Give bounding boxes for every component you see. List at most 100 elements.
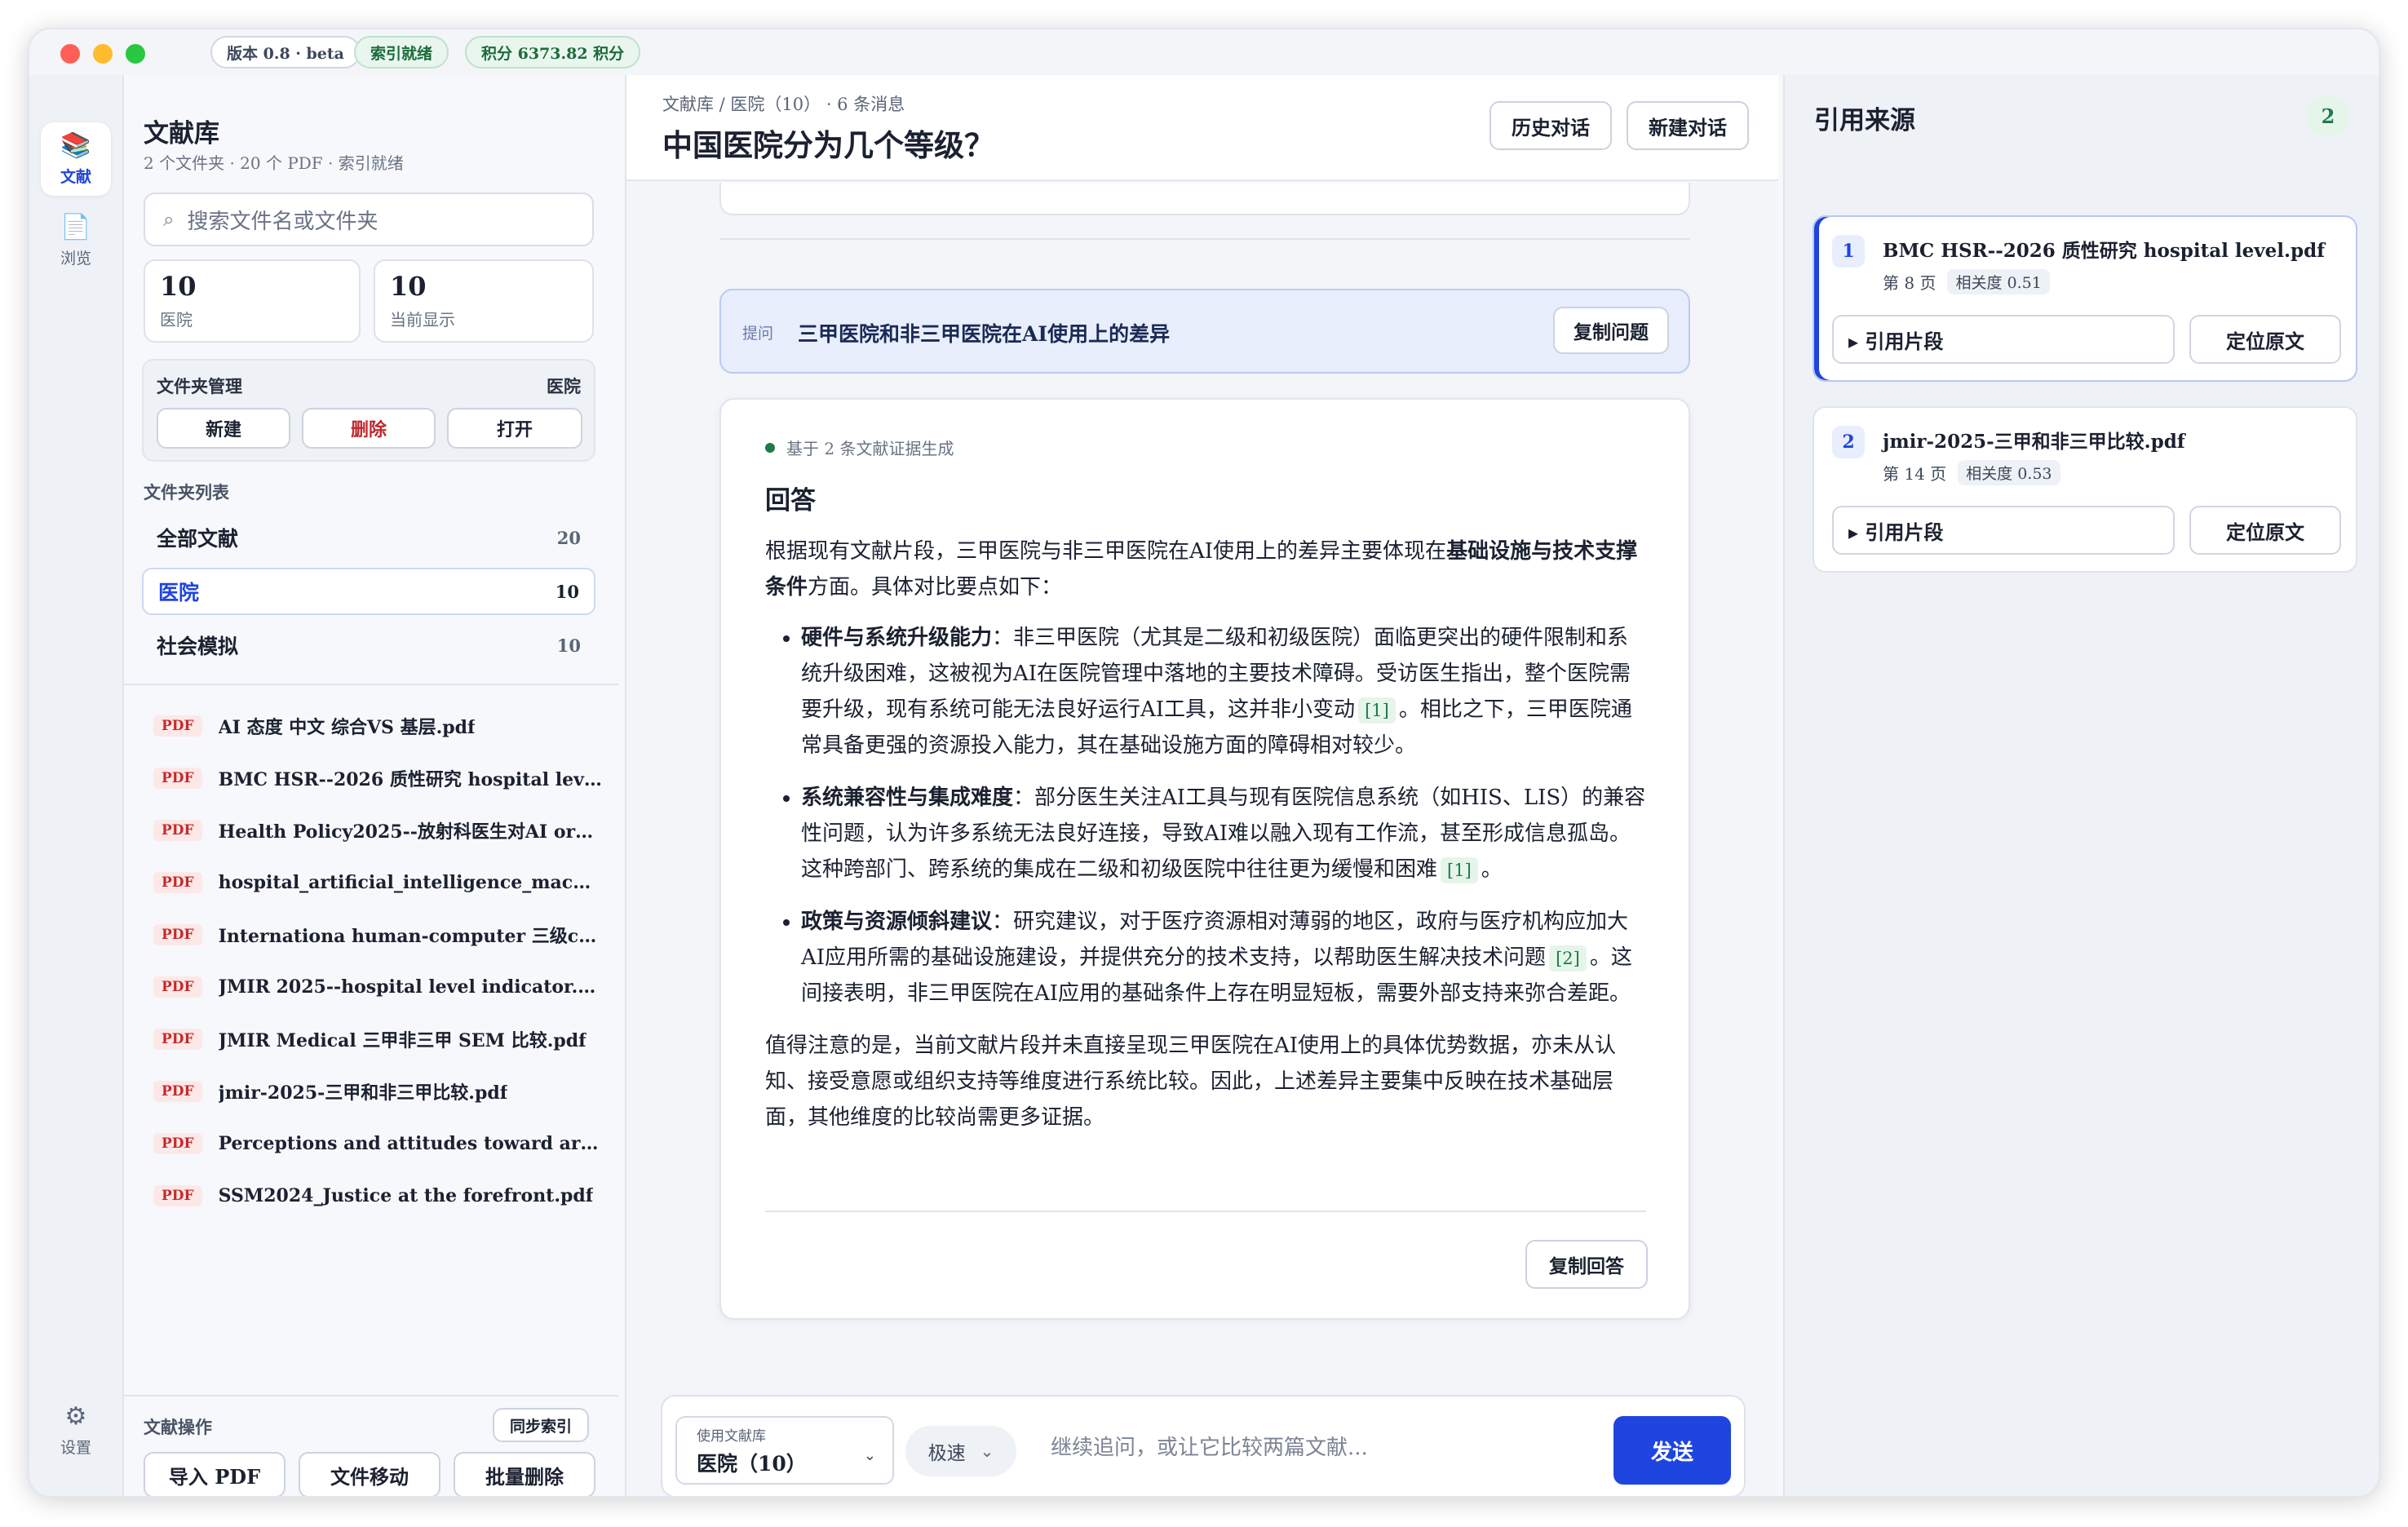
- citation-link[interactable]: [1]: [1358, 697, 1396, 724]
- copy-answer-button[interactable]: 复制回答: [1525, 1240, 1648, 1289]
- document-icon: 📄: [60, 212, 91, 241]
- search-icon: ⌕: [163, 208, 175, 231]
- folder-item-social-sim[interactable]: 社会模拟 10: [142, 622, 595, 669]
- rail-item-library[interactable]: 📚 文献: [41, 122, 111, 196]
- rail-item-label: 文献: [60, 167, 91, 186]
- stat-value: 10: [160, 271, 197, 302]
- relevance-badge: 相关度 0.53: [1958, 460, 2061, 485]
- file-item[interactable]: PDF AI 态度 中文 综合VS 基层.pdf: [153, 710, 602, 742]
- points-badge: 积分 6373.82 积分: [465, 36, 641, 69]
- file-item[interactable]: PDF SSM2024_Justice at the forefront.pdf: [153, 1180, 602, 1212]
- delete-folder-button[interactable]: 删除: [302, 408, 436, 449]
- zoom-window-button[interactable]: [126, 44, 145, 64]
- rail-item-browse[interactable]: 📄 浏览: [41, 204, 111, 277]
- folder-name: 全部文献: [157, 527, 239, 551]
- source-file-name: jmir-2025-三甲和非三甲比较.pdf: [1883, 431, 2185, 453]
- file-item[interactable]: PDF Perceptions and attitudes toward arti…: [153, 1127, 602, 1160]
- sync-index-button[interactable]: 同步索引: [493, 1408, 589, 1442]
- locate-source-button[interactable]: 定位原文: [2189, 315, 2341, 364]
- file-item[interactable]: PDF hospital_artificial_intelligence_mach…: [153, 866, 602, 899]
- list-item: 系统兼容性与集成难度：部分医生关注AI工具与现有医院信息系统（如HIS、LIS）…: [801, 780, 1646, 887]
- source-number: 2: [1832, 426, 1865, 458]
- folder-item-hospital[interactable]: 医院 10: [142, 568, 595, 615]
- citation-link[interactable]: [2]: [1549, 945, 1587, 972]
- bullet-title: 硬件与系统升级能力: [801, 626, 993, 650]
- folder-name: 社会模拟: [157, 635, 239, 658]
- bullet-title: 系统兼容性与集成难度: [801, 786, 1014, 810]
- search-input[interactable]: ⌕ 搜索文件名或文件夹: [144, 193, 594, 246]
- file-item[interactable]: PDF JMIR Medical 三甲非三甲 SEM 比较.pdf: [153, 1023, 602, 1056]
- rail-item-label: 浏览: [60, 249, 91, 268]
- list-item: 政策与资源倾斜建议：研究建议，对于医疗资源相对薄弱的地区，政府与医疗机构应加大A…: [801, 904, 1646, 1011]
- folder-count: 10: [555, 581, 579, 602]
- file-name: Internationa human-computer 三级care.pdf: [218, 926, 602, 947]
- folder-item-all[interactable]: 全部文献 20: [142, 514, 595, 561]
- source-card[interactable]: 2 jmir-2025-三甲和非三甲比较.pdf 第 14 页 相关度 0.53…: [1813, 406, 2357, 573]
- file-item[interactable]: PDF jmir-2025-三甲和非三甲比较.pdf: [153, 1075, 602, 1108]
- prev-message-card: [719, 183, 1690, 215]
- file-item[interactable]: PDF Internationa human-computer 三级care.pd…: [153, 918, 602, 951]
- index-status-badge: 索引就绪: [354, 36, 449, 69]
- composer: 使用文献库 医院（10） ⌄ 极速 ⌄ 继续追问，或让它比较两篇文献... 发送: [661, 1395, 1746, 1496]
- file-name: Perceptions and attitudes toward artific…: [218, 1133, 602, 1154]
- snippet-toggle-button[interactable]: ▸ 引用片段: [1832, 315, 2175, 364]
- message-input[interactable]: 继续追问，或让它比较两篇文献...: [1051, 1431, 1368, 1461]
- library-ops: 文献操作 同步索引 导入 PDF 文件移动 批量删除: [124, 1395, 618, 1496]
- history-button[interactable]: 历史对话: [1490, 101, 1612, 150]
- import-pdf-button[interactable]: 导入 PDF: [144, 1452, 286, 1496]
- copy-question-button[interactable]: 复制问题: [1553, 307, 1669, 354]
- intro-text: 根据现有文献片段，三甲医院与非三甲医院在AI使用上的差异主要体现在: [765, 539, 1447, 564]
- pdf-badge: PDF: [153, 1185, 202, 1206]
- minimize-window-button[interactable]: [93, 44, 113, 64]
- source-card[interactable]: 1 BMC HSR--2026 质性研究 hospital level.pdf …: [1813, 215, 2357, 382]
- folder-management: 文件夹管理 医院 新建 删除 打开: [142, 359, 595, 462]
- chat-panel: 文献库 / 医院（10） · 6 条消息 中国医院分为几个等级？ 历史对话 新建…: [625, 75, 1778, 1496]
- library-title: 文献库: [144, 119, 219, 148]
- source-page: 第 8 页: [1883, 273, 1937, 293]
- library-select[interactable]: 使用文献库 医院（10） ⌄: [675, 1416, 894, 1485]
- relevance-badge: 相关度 0.51: [1947, 269, 2050, 294]
- file-item[interactable]: PDF JMIR 2025--hospital level indicator.p…: [153, 971, 602, 1003]
- locate-source-button[interactable]: 定位原文: [2189, 506, 2341, 555]
- question-card: 提问 三甲医院和非三甲医院在AI使用上的差异 复制问题: [719, 289, 1690, 374]
- batch-delete-button[interactable]: 批量删除: [454, 1452, 595, 1496]
- pdf-badge: PDF: [153, 976, 202, 998]
- file-name: Health Policy2025--放射科医生对AI organization…: [218, 821, 602, 843]
- folder-count: 20: [556, 527, 581, 548]
- folder-management-title: 文件夹管理: [157, 376, 242, 396]
- breadcrumb: 文献库 / 医院（10） · 6 条消息: [662, 95, 905, 114]
- current-folder-label: 医院: [547, 376, 581, 396]
- library-select-caption: 使用文献库: [697, 1428, 766, 1445]
- mode-select[interactable]: 极速 ⌄: [905, 1426, 1016, 1476]
- mode-value: 极速: [927, 1443, 966, 1464]
- file-item[interactable]: PDF Health Policy2025--放射科医生对AI organizat…: [153, 814, 602, 847]
- stat-label: 当前显示: [390, 310, 455, 330]
- file-name: SSM2024_Justice at the forefront.pdf: [218, 1185, 594, 1206]
- chevron-down-icon: ⌄: [863, 1447, 876, 1464]
- divider: [765, 1211, 1646, 1212]
- source-meta: 第 14 页 相关度 0.53: [1883, 460, 2061, 485]
- answer-list: 硬件与系统升级能力：非三甲医院（尤其是二级和初级医院）面临更突出的硬件限制和系统…: [801, 620, 1646, 1011]
- open-folder-button[interactable]: 打开: [447, 408, 582, 449]
- new-folder-button[interactable]: 新建: [157, 408, 290, 449]
- stat-label: 医院: [160, 310, 193, 330]
- question-text: 三甲医院和非三甲医院在AI使用上的差异: [798, 322, 1171, 346]
- pdf-badge: PDF: [153, 924, 202, 945]
- new-chat-button[interactable]: 新建对话: [1627, 101, 1749, 150]
- send-button[interactable]: 发送: [1613, 1416, 1731, 1485]
- rail-item-settings[interactable]: ⚙ 设置: [41, 1393, 111, 1467]
- file-item[interactable]: PDF BMC HSR--2026 质性研究 hospital level.pdf: [153, 762, 602, 794]
- close-window-button[interactable]: [60, 44, 80, 64]
- stat-card-shown: 10 当前显示: [374, 259, 594, 343]
- answer-card: 基于 2 条文献证据生成 回答 根据现有文献片段，三甲医院与非三甲医院在AI使用…: [719, 398, 1690, 1320]
- answer-heading: 回答: [765, 486, 816, 516]
- status-dot-icon: [765, 442, 775, 453]
- chevron-down-icon: ⌄: [980, 1441, 994, 1461]
- search-placeholder: 搜索文件名或文件夹: [187, 209, 378, 234]
- version-badge: 版本 0.8 · beta: [210, 36, 361, 69]
- move-file-button[interactable]: 文件移动: [299, 1452, 440, 1496]
- rail-item-label: 设置: [60, 1438, 91, 1457]
- citation-link[interactable]: [1]: [1441, 857, 1478, 883]
- library-subtitle: 2 个文件夹 · 20 个 PDF · 索引就绪: [144, 153, 404, 173]
- snippet-toggle-button[interactable]: ▸ 引用片段: [1832, 506, 2175, 555]
